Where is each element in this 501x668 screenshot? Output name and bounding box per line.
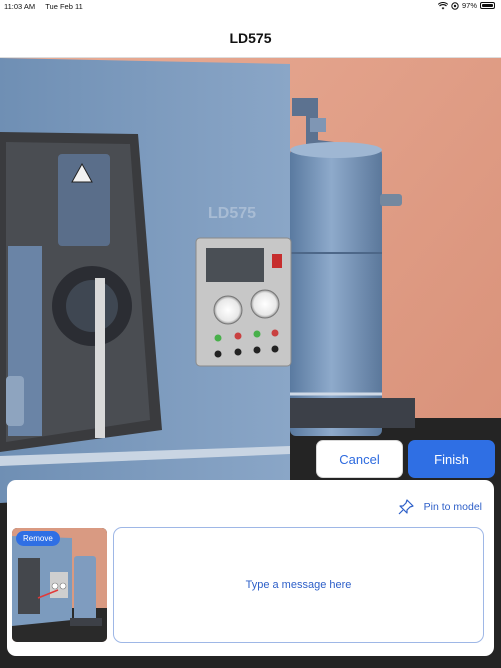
pin-to-model-button[interactable]: Pin to model: [397, 498, 482, 516]
wifi-icon: [437, 1, 448, 9]
annotation-panel: Pin to model Remove Type a message here: [7, 480, 494, 656]
display-screen: [206, 248, 264, 282]
message-placeholder: Type a message here: [245, 579, 352, 591]
battery-percent: 97%: [461, 1, 477, 10]
pin-icon: [398, 499, 414, 515]
status-time: 11:03 AM: [4, 2, 36, 11]
navigation-bar: LD575: [0, 12, 501, 58]
pressure-gauge-left: [213, 295, 243, 325]
finish-button[interactable]: Finish: [408, 440, 495, 478]
battery-icon: [480, 2, 495, 9]
viewing-window: [0, 132, 162, 452]
snapshot-thumbnail: Remove: [12, 528, 107, 642]
remove-button[interactable]: Remove: [16, 531, 60, 546]
tank-frame: [285, 398, 415, 428]
status-date: Tue Feb 11: [45, 2, 83, 11]
machine-label: LD575: [208, 205, 256, 222]
control-panel: [195, 237, 292, 367]
message-input[interactable]: Type a message here: [113, 527, 484, 643]
emergency-switch: [272, 254, 282, 268]
location-icon: [451, 1, 459, 10]
pin-to-model-label: Pin to model: [423, 501, 482, 513]
page-title: LD575: [229, 30, 272, 46]
battery-fill: [482, 4, 493, 7]
pressure-gauge-right: [250, 289, 280, 319]
status-bar: 11:03 AM Tue Feb 11 97%: [0, 0, 501, 12]
cancel-button[interactable]: Cancel: [316, 440, 403, 478]
